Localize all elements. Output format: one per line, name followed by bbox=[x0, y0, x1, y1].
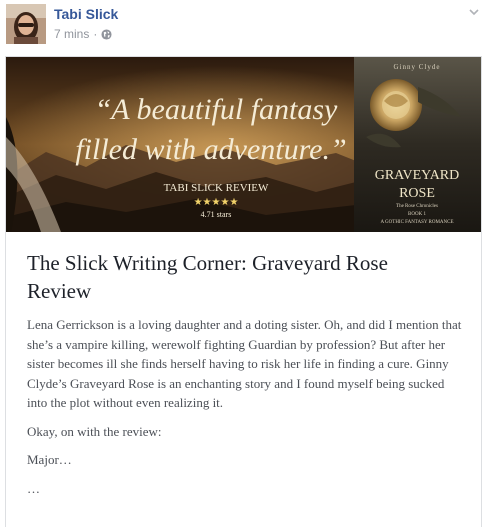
book-title-line1: GRAVEYARD bbox=[375, 168, 460, 183]
book-genre: A GOTHIC FANTASY ROMANCE bbox=[380, 220, 453, 225]
book-banner-image[interactable]: “A beautiful fantasy filled with adventu… bbox=[6, 57, 481, 232]
post-meta: 7 mins · bbox=[54, 27, 112, 41]
article-paragraph: Major… bbox=[27, 452, 72, 467]
avatar-image bbox=[6, 4, 46, 44]
article-paragraph: Lena Gerrickson is a loving daughter and… bbox=[27, 317, 462, 410]
article-excerpt: Lena Gerrickson is a loving daughter and… bbox=[27, 315, 462, 507]
article-paragraph: Okay, on with the review: bbox=[27, 423, 162, 439]
banner-rating-text: 4.71 stars bbox=[201, 210, 232, 219]
banner-review-label: TABI SLICK REVIEW bbox=[164, 182, 269, 194]
author-name[interactable]: Tabi Slick bbox=[54, 6, 118, 22]
post-header: Tabi Slick 7 mins · bbox=[0, 0, 489, 54]
meta-separator: · bbox=[93, 27, 98, 41]
banner-quote-line1: “A beautiful fantasy bbox=[95, 93, 338, 126]
banner-quote-line2: filled with adventure.” bbox=[75, 133, 346, 166]
book-number: BOOK 1 bbox=[408, 212, 426, 217]
book-title-line2: ROSE bbox=[399, 186, 435, 201]
article-title[interactable]: The Slick Writing Corner: Graveyard Rose… bbox=[27, 249, 457, 305]
banner-stars: ★★★★★ bbox=[194, 197, 239, 208]
book-author-top: Ginny Clyde bbox=[394, 63, 441, 71]
book-series: The Rose Chronicles bbox=[396, 204, 438, 209]
link-preview-card[interactable]: “A beautiful fantasy filled with adventu… bbox=[5, 56, 482, 527]
post-time[interactable]: 7 mins bbox=[54, 27, 89, 41]
avatar[interactable] bbox=[6, 4, 46, 44]
article-paragraph: … bbox=[27, 480, 40, 496]
chevron-down-icon[interactable] bbox=[466, 4, 482, 20]
globe-icon[interactable] bbox=[101, 28, 112, 40]
